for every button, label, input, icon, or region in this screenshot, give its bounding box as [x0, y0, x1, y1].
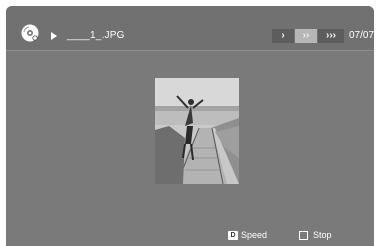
photo-counter: 07/07: [349, 30, 374, 41]
d-key-icon: D: [228, 230, 238, 240]
footer-bar: D Speed Stop: [6, 226, 374, 246]
slideshow-screen: ____1_.JPG › ›› ››› 07/07 D Speed Stop: [6, 6, 374, 246]
speed-selector: › ›› ›››: [272, 29, 345, 43]
speed-hint-label: Speed: [241, 230, 268, 240]
top-bar: ____1_.JPG › ›› ››› 07/07: [6, 6, 374, 51]
stop-hint[interactable]: Stop: [299, 230, 332, 240]
stop-icon: [299, 230, 308, 240]
stop-hint-label: Stop: [313, 230, 332, 240]
file-name: ____1_.JPG: [67, 30, 125, 41]
speed-1-button[interactable]: ›: [272, 29, 294, 43]
speed-hint[interactable]: D Speed: [228, 230, 267, 240]
photo-display: [155, 78, 239, 185]
play-icon: [51, 32, 57, 40]
speed-3-button[interactable]: ›››: [318, 29, 344, 43]
disc-icon: [21, 24, 39, 42]
speed-2-button[interactable]: ››: [295, 29, 317, 43]
